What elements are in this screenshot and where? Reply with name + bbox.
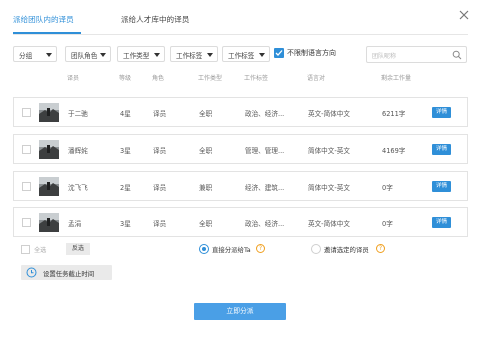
row-checkbox[interactable] — [22, 145, 31, 154]
invert-selection-button[interactable]: 反选 — [66, 243, 90, 255]
translator-work-tags: 政治、经济... — [245, 110, 285, 118]
translator-level: 4星 — [120, 110, 131, 118]
row-checkbox[interactable] — [22, 108, 31, 117]
translator-work-tags: 经济、建筑... — [245, 184, 285, 192]
avatar — [39, 213, 59, 232]
set-deadline-button[interactable]: 设置任务截止时间 — [21, 265, 112, 280]
translator-role: 译员 — [153, 147, 167, 155]
translator-language-pair: 简体中文-英文 — [308, 147, 350, 155]
translator-role: 译员 — [153, 184, 167, 192]
team-nickname-search[interactable]: 团队昵称 — [366, 46, 467, 63]
group-select[interactable]: 分组 — [13, 46, 57, 62]
translator-name: 沈飞飞 — [68, 184, 88, 192]
col-language-pair: 语言对 — [307, 75, 326, 82]
translator-remaining: 4169字 — [382, 147, 406, 155]
invite-selected-label: 邀请选定的译员 — [324, 246, 369, 254]
unrestricted-language-label: 不限制语言方向 — [287, 49, 336, 57]
chevron-down-icon — [46, 53, 52, 57]
detail-button[interactable]: 详情 — [432, 144, 451, 155]
translator-work-type: 全职 — [199, 220, 213, 228]
translator-language-pair: 英文-简体中文 — [308, 110, 350, 118]
checkbox-checked-icon — [274, 48, 284, 58]
select-all-label: 全选 — [34, 247, 47, 254]
selection-controls: 全选 反选 直接分派给Ta ? 邀请选定的译员 ? — [0, 243, 480, 257]
search-icon[interactable] — [452, 50, 462, 62]
col-work-tag: 工作标签 — [244, 75, 269, 82]
row-checkbox[interactable] — [22, 182, 31, 191]
tab-divider — [13, 34, 468, 35]
translator-name: 潘辉姹 — [68, 147, 88, 155]
work-tag-select-label: 工作标签 — [176, 52, 203, 60]
col-translator: 译员 — [67, 75, 80, 82]
table-row: 潘辉姹 3星 译员 全职 管理、管理... 简体中文-英文 4169字 详情 — [13, 134, 468, 164]
close-icon[interactable] — [458, 9, 470, 21]
table-row: 于二驰 4星 译员 全职 政治、经济... 英文-简体中文 6211字 详情 — [13, 97, 468, 127]
translator-level: 2星 — [120, 184, 131, 192]
col-role: 角色 — [152, 75, 165, 82]
work-tag-select-2[interactable]: 工作标签 — [222, 46, 270, 62]
tab-bar: 派给团队内的译员 派给人才库中的译员 — [13, 14, 468, 34]
translator-work-tags: 管理、管理... — [245, 147, 285, 155]
work-tag-select-2-label: 工作标签 — [228, 52, 255, 60]
detail-button[interactable]: 详情 — [432, 181, 451, 192]
table-row: 孟涓 3星 译员 全职 政治、经济... 英文-简体中文 0字 详情 — [13, 207, 468, 237]
tab-team-translators[interactable]: 派给团队内的译员 — [13, 14, 74, 25]
table-row: 沈飞飞 2星 译员 兼职 经济、建筑... 简体中文-英文 0字 详情 — [13, 171, 468, 201]
translator-role: 译员 — [153, 220, 167, 228]
chevron-down-icon — [100, 53, 106, 57]
set-deadline-label: 设置任务截止时间 — [43, 270, 95, 278]
help-icon[interactable]: ? — [256, 244, 265, 253]
direct-assign-radio[interactable] — [199, 244, 209, 254]
clock-icon — [26, 267, 37, 280]
invite-selected-radio[interactable] — [311, 244, 321, 254]
avatar — [39, 140, 59, 159]
translator-language-pair: 英文-简体中文 — [308, 220, 350, 228]
help-icon[interactable]: ? — [376, 244, 385, 253]
team-role-select[interactable]: 团队角色 — [65, 46, 111, 62]
translator-language-pair: 简体中文-英文 — [308, 184, 350, 192]
table-header: 译员 等级 角色 工作类型 工作标签 语言对 剩余工作量 — [0, 73, 480, 83]
translator-work-tags: 政治、经济... — [245, 220, 285, 228]
avatar — [39, 177, 59, 196]
row-checkbox[interactable] — [22, 218, 31, 227]
translator-level: 3星 — [120, 147, 131, 155]
work-tag-select[interactable]: 工作标签 — [170, 46, 218, 62]
translator-work-type: 全职 — [199, 110, 213, 118]
detail-button[interactable]: 详情 — [432, 107, 451, 118]
team-role-select-label: 团队角色 — [71, 52, 98, 60]
translator-remaining: 6211字 — [382, 110, 406, 118]
translator-name: 孟涓 — [68, 220, 82, 228]
work-type-select-label: 工作类型 — [123, 52, 150, 60]
translator-role: 译员 — [153, 110, 167, 118]
translator-work-type: 全职 — [199, 147, 213, 155]
translator-name: 于二驰 — [68, 110, 88, 118]
col-work-type: 工作类型 — [198, 75, 223, 82]
assign-now-button[interactable]: 立即分派 — [194, 303, 286, 320]
detail-button[interactable]: 详情 — [432, 217, 451, 228]
translator-remaining: 0字 — [382, 184, 393, 192]
filter-bar: 分组 团队角色 工作类型 工作标签 工作标签 不限制语言方向 团队昵称 — [0, 46, 480, 64]
search-placeholder: 团队昵称 — [372, 53, 397, 60]
chevron-down-icon — [259, 53, 265, 57]
select-all-checkbox[interactable] — [21, 245, 30, 254]
tab-talent-pool-translators[interactable]: 派给人才库中的译员 — [121, 14, 189, 25]
translator-level: 3星 — [120, 220, 131, 228]
avatar — [39, 103, 59, 122]
direct-assign-label: 直接分派给Ta — [212, 246, 251, 254]
chevron-down-icon — [207, 53, 213, 57]
work-type-select[interactable]: 工作类型 — [117, 46, 165, 62]
translator-remaining: 0字 — [382, 220, 393, 228]
translator-work-type: 兼职 — [199, 184, 213, 192]
col-remaining-workload: 剩余工作量 — [381, 75, 412, 82]
group-select-label: 分组 — [19, 52, 33, 60]
col-level: 等级 — [119, 75, 132, 82]
chevron-down-icon — [154, 53, 160, 57]
